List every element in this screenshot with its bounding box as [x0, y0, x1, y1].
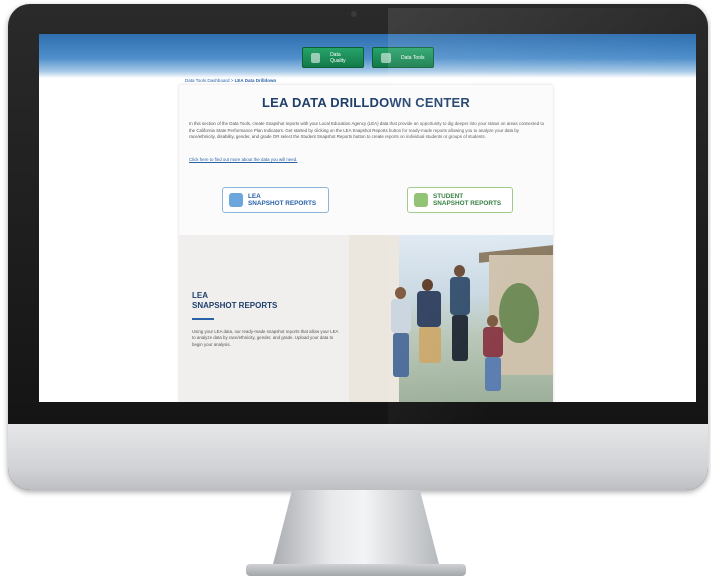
feature-divider — [192, 318, 214, 320]
screen: Data Quality Data Tools Data Tools Dashb… — [39, 34, 696, 402]
feature-title-line1: LEA — [192, 291, 208, 300]
breadcrumb-separator: > — [230, 78, 234, 83]
student-button-label: STUDENT SNAPSHOT REPORTS — [433, 193, 501, 207]
student-shirt — [450, 277, 470, 315]
student-legs — [419, 327, 441, 363]
students-jumping-photo — [349, 235, 553, 402]
lea-button-label: LEA SNAPSHOT REPORTS — [248, 193, 316, 207]
monitor-stand — [272, 490, 440, 568]
school-icon — [229, 193, 243, 207]
lea-button-line2: SNAPSHOT REPORTS — [248, 200, 317, 207]
student-shirt — [417, 291, 441, 327]
breadcrumb-current: LEA Data Drilldown — [234, 78, 277, 83]
student-button-line1: STUDENT — [433, 193, 464, 200]
student-icon — [414, 193, 428, 207]
data-quality-label: Data Quality — [330, 51, 346, 64]
student-button-line2: SNAPSHOT REPORTS — [433, 200, 502, 207]
data-tools-button[interactable]: Data Tools — [372, 47, 434, 68]
student-head — [487, 315, 498, 327]
clipboard-icon — [311, 52, 321, 63]
intro-text: In this section of the Data Tools, creat… — [189, 121, 545, 140]
tools-icon — [381, 52, 391, 63]
content-panel: LEA DATA DRILLDOWN CENTER In this sectio… — [179, 85, 553, 402]
data-tools-label: Data Tools — [401, 54, 425, 61]
feature-banner: LEA SNAPSHOT REPORTS Using your LEA data… — [179, 235, 553, 402]
monitor-stand-base — [246, 564, 466, 576]
student-head — [422, 279, 433, 291]
page-title: LEA DATA DRILLDOWN CENTER — [262, 95, 470, 110]
monitor-frame: Data Quality Data Tools Data Tools Dashb… — [8, 4, 708, 490]
student-legs — [393, 333, 409, 377]
breadcrumb-parent-link[interactable]: Data Tools Dashboard — [185, 78, 229, 83]
camera-dot — [351, 11, 357, 17]
student-shirt — [483, 327, 503, 357]
learn-more-link[interactable]: Click here to find out more about the da… — [189, 157, 297, 162]
data-quality-button[interactable]: Data Quality — [302, 47, 364, 68]
feature-description: Using your LEA data, our ready-made snap… — [192, 329, 339, 347]
student-legs — [452, 315, 468, 361]
student-head — [454, 265, 465, 277]
tree — [499, 283, 539, 343]
feature-title-line2: SNAPSHOT REPORTS — [192, 301, 278, 310]
lea-button-line1: LEA — [248, 193, 261, 200]
breadcrumb: Data Tools Dashboard > LEA Data Drilldow… — [185, 78, 276, 83]
lea-snapshot-reports-button[interactable]: LEA SNAPSHOT REPORTS — [222, 187, 329, 213]
student-shirt — [391, 299, 411, 333]
student-snapshot-reports-button[interactable]: STUDENT SNAPSHOT REPORTS — [407, 187, 513, 213]
student-legs — [485, 357, 501, 391]
header-bar: Data Quality Data Tools — [39, 34, 696, 78]
feature-title: LEA SNAPSHOT REPORTS — [192, 291, 277, 311]
student-head — [395, 287, 406, 299]
monitor-chin — [8, 424, 708, 490]
